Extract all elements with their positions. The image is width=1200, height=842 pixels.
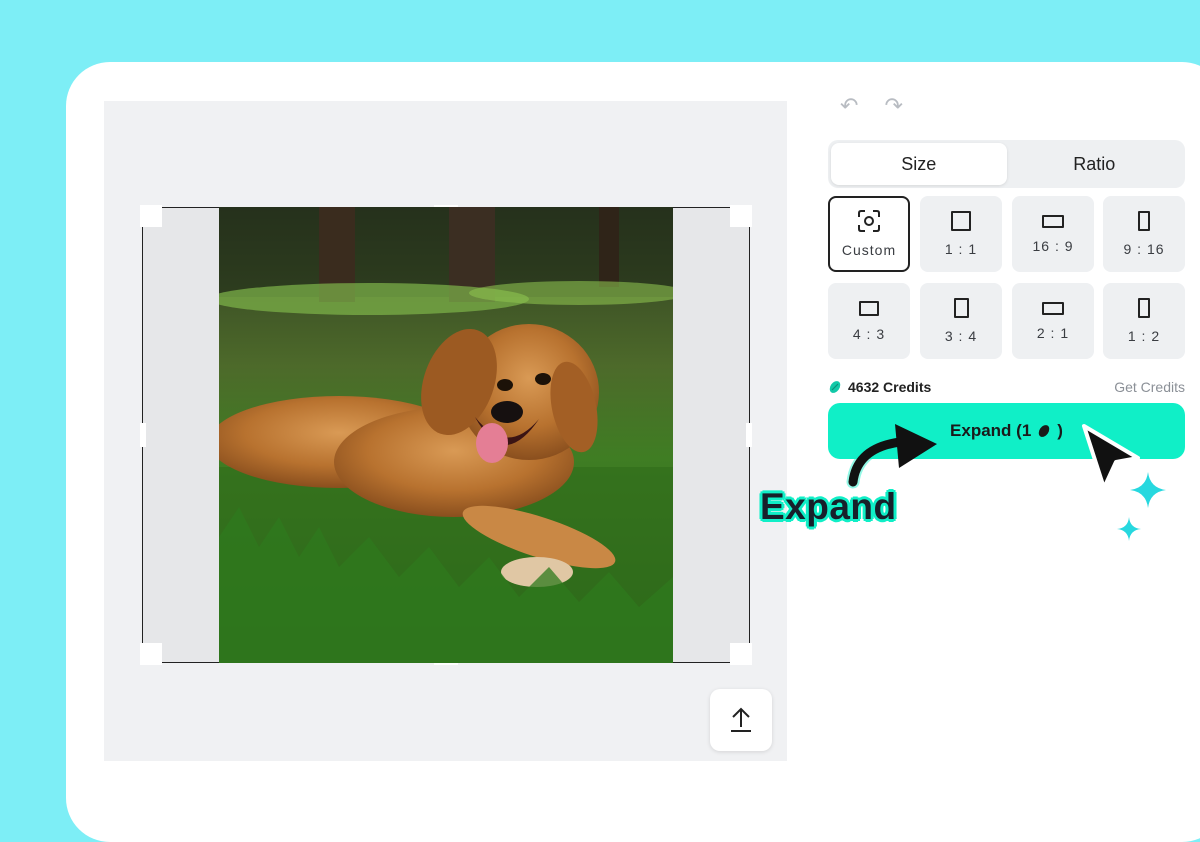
size-ratio-tabs: Size Ratio	[828, 140, 1185, 188]
ratio-option-custom[interactable]: Custom	[828, 196, 910, 272]
tab-size[interactable]: Size	[831, 143, 1007, 185]
frame-handle-top-right[interactable]	[730, 205, 752, 227]
ratio-label: 1 : 1	[944, 241, 978, 257]
landscape-wide-icon	[1042, 301, 1064, 315]
dog-photo	[219, 207, 673, 663]
curved-arrow-icon	[846, 424, 937, 489]
ratio-option-9-16[interactable]: 9 : 16	[1103, 196, 1185, 272]
ratio-option-16-9[interactable]: 16 : 9	[1012, 196, 1094, 272]
history-controls: ↶ ↷	[840, 95, 903, 117]
ratio-label: 3 : 4	[944, 328, 978, 344]
credits-amount: 4632 Credits	[848, 379, 932, 395]
sparkle-icon	[1130, 472, 1166, 508]
ratio-label: 1 : 2	[1127, 328, 1161, 344]
portrait-icon	[953, 298, 969, 318]
frame-handle-top-left[interactable]	[140, 205, 162, 227]
get-credits-link[interactable]: Get Credits	[1114, 379, 1185, 395]
landscape-icon	[859, 300, 879, 316]
upload-button[interactable]	[710, 689, 772, 751]
portrait-tall-icon	[1138, 211, 1150, 231]
expand-button-suffix: )	[1057, 421, 1063, 440]
frame-handle-bottom-left[interactable]	[140, 643, 162, 665]
sparkle-small-icon	[1117, 517, 1141, 541]
ratio-option-2-1[interactable]: 2 : 1	[1012, 283, 1094, 359]
frame-handle-bottom-right[interactable]	[730, 643, 752, 665]
ratio-option-1-1[interactable]: 1 : 1	[920, 196, 1002, 272]
credit-bean-icon	[1039, 425, 1050, 437]
upload-icon	[731, 707, 751, 732]
ratio-option-1-2[interactable]: 1 : 2	[1103, 283, 1185, 359]
ratio-label: Custom	[841, 242, 897, 258]
redo-icon[interactable]: ↷	[884, 95, 902, 117]
ratio-option-4-3[interactable]: 4 : 3	[828, 283, 910, 359]
ratio-label: 4 : 3	[852, 325, 886, 342]
ratio-label: 9 : 16	[1123, 241, 1165, 257]
ratio-option-3-4[interactable]: 3 : 4	[920, 283, 1002, 359]
undo-icon[interactable]: ↶	[840, 95, 858, 117]
tab-ratio[interactable]: Ratio	[1007, 143, 1183, 185]
expand-button-label: Expand (1	[950, 421, 1032, 440]
expand-callout-text: Expand	[760, 486, 897, 527]
custom-focus-icon	[858, 210, 880, 232]
ratio-label: 16 : 9	[1032, 237, 1074, 254]
landscape-wide-icon	[1042, 214, 1064, 228]
credit-bean-icon	[829, 381, 841, 393]
portrait-tall-icon	[1138, 298, 1150, 318]
credits-row: 4632 Credits Get Credits	[828, 377, 1185, 397]
square-icon	[951, 211, 971, 231]
frame-handle-right[interactable]	[746, 423, 752, 447]
frame-handle-left[interactable]	[140, 423, 146, 447]
ratio-label: 2 : 1	[1036, 324, 1070, 341]
credits-balance: 4632 Credits	[828, 379, 931, 395]
